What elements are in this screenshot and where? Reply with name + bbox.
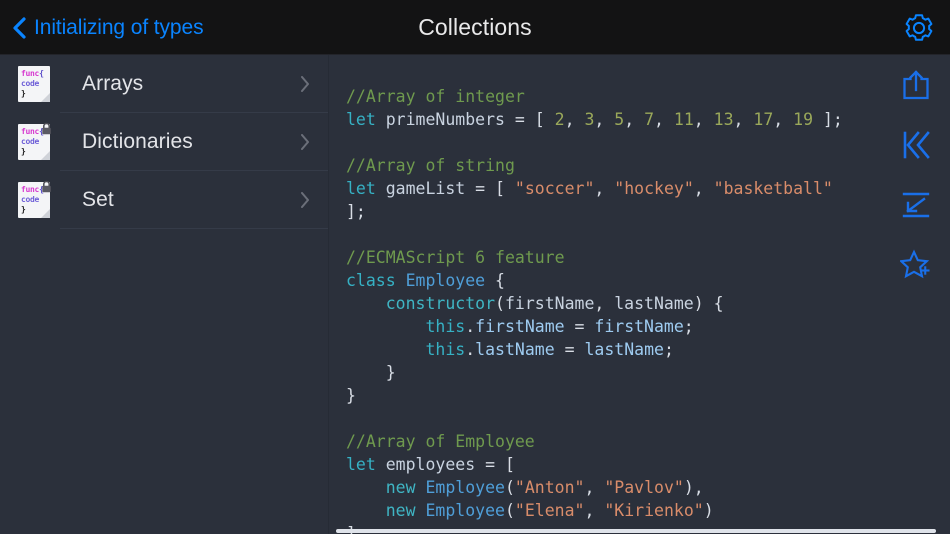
code-line: //ECMAScript 6 feature (346, 246, 950, 269)
sidebar-item-arrays[interactable]: func{ code } Arrays (0, 55, 328, 113)
code-line (346, 407, 950, 430)
code-line (346, 223, 950, 246)
action-toolbar (892, 55, 940, 295)
horizontal-scrollbar[interactable] (336, 529, 936, 533)
sidebar-item-label: Arrays (82, 72, 143, 96)
app-root: Initializing of types Collections func{ … (0, 0, 950, 534)
code-line (346, 131, 950, 154)
back-button-label: Initializing of types (34, 16, 204, 40)
code-line: let gameList = [ "soccer", "hockey", "ba… (346, 177, 950, 200)
code-line: new Employee("Anton", "Pavlov"), (346, 476, 950, 499)
chevron-right-icon (300, 191, 310, 209)
code-line: let primeNumbers = [ 2, 3, 5, 7, 11, 13,… (346, 108, 950, 131)
code-line: //Array of integer (346, 85, 950, 108)
sidebar-item-label: Dictionaries (82, 130, 193, 154)
code-line: this.lastName = lastName; (346, 338, 950, 361)
navigation-bar: Initializing of types Collections (0, 0, 950, 55)
code-document-locked-icon: func{ code } (18, 124, 50, 160)
code-line: class Employee { (346, 269, 950, 292)
lock-icon (40, 122, 53, 135)
sidebar-item-label: Set (82, 188, 114, 212)
code-document-locked-icon: func{ code } (18, 182, 50, 218)
rewind-to-start-button[interactable] (892, 115, 940, 175)
gear-icon[interactable] (902, 11, 936, 45)
code-line: new Employee("Elena", "Kirienko") (346, 499, 950, 522)
sidebar-item-set[interactable]: func{ code } Set (0, 171, 328, 229)
add-to-favorites-button[interactable] (892, 235, 940, 295)
back-button[interactable]: Initializing of types (12, 0, 204, 55)
sidebar: func{ code } Arrays func{ code } Dictio (0, 55, 329, 534)
sidebar-item-dictionaries[interactable]: func{ code } Dictionaries (0, 113, 328, 171)
collapse-icon (901, 190, 931, 220)
code-line: this.firstName = firstName; (346, 315, 950, 338)
collapse-button[interactable] (892, 175, 940, 235)
code-line: constructor(firstName, lastName) { (346, 292, 950, 315)
code-line: ]; (346, 200, 950, 223)
chevron-right-icon (300, 133, 310, 151)
share-button[interactable] (892, 55, 940, 115)
code-line: let employees = [ (346, 453, 950, 476)
code-editor-panel[interactable]: //Array of integerlet primeNumbers = [ 2… (330, 55, 950, 534)
star-plus-icon (900, 249, 932, 281)
code-document-icon: func{ code } (18, 66, 50, 102)
code-line: //Array of string (346, 154, 950, 177)
share-icon (901, 69, 931, 101)
code-line: //Array of Employee (346, 430, 950, 453)
chevron-left-icon (12, 16, 27, 40)
lock-icon (40, 180, 53, 193)
chevron-right-icon (300, 75, 310, 93)
code-line: } (346, 384, 950, 407)
rewind-to-start-icon (901, 130, 931, 160)
code-content: //Array of integerlet primeNumbers = [ 2… (346, 62, 950, 534)
code-line: } (346, 361, 950, 384)
